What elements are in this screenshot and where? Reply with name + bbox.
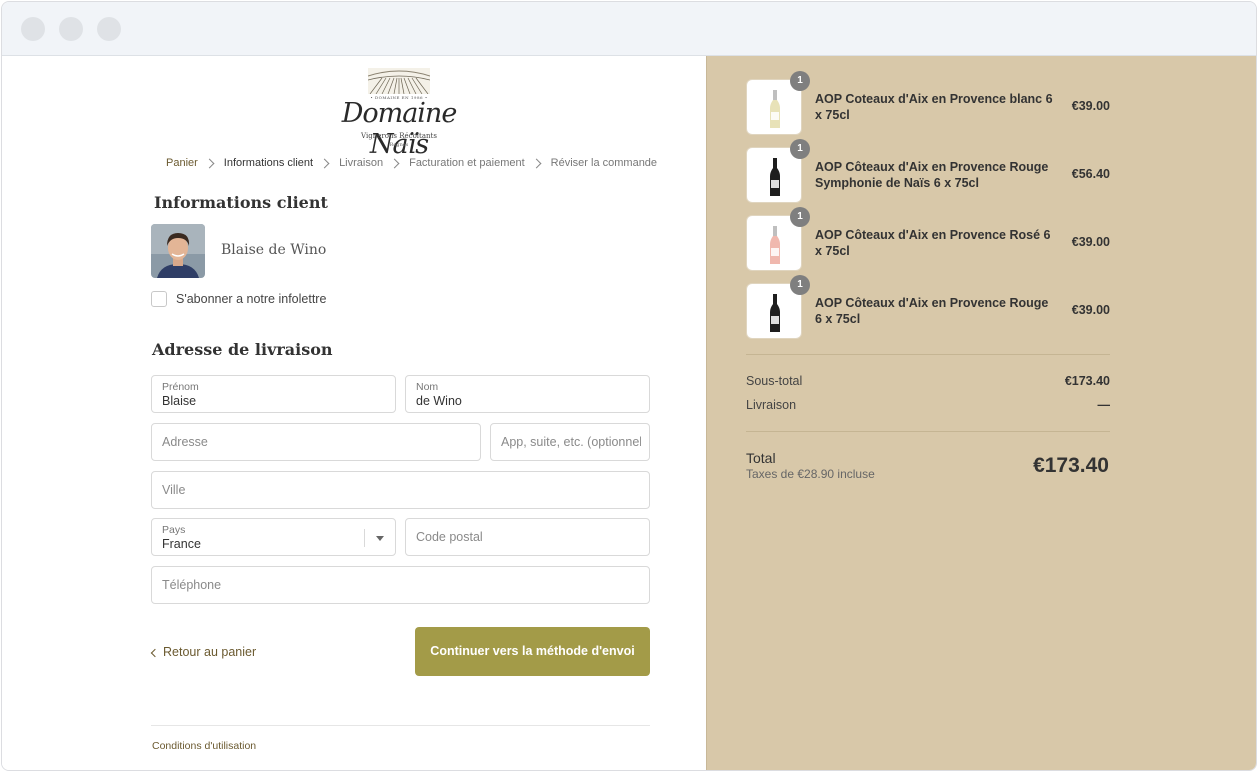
- quantity-badge: 1: [790, 275, 810, 295]
- address-input[interactable]: Adresse: [151, 423, 481, 461]
- country-select[interactable]: Pays France: [151, 518, 396, 556]
- postal-code-placeholder: Code postal: [416, 530, 483, 544]
- breadcrumb: Panier Informations client Livraison Fac…: [166, 156, 657, 170]
- total-value: €173.40: [1033, 454, 1109, 477]
- breadcrumb-livraison: Livraison: [339, 157, 384, 169]
- wine-bottle-icon: [770, 294, 780, 332]
- product-price: €39.00: [1071, 99, 1110, 113]
- window-titlebar: [2, 2, 1256, 56]
- brand-logo[interactable]: • DOMAINE EN 1986 • Domaine Naïs Vignero…: [332, 66, 466, 160]
- cart-item: 1 AOP Coteaux d'Aix en Provence blanc 6 …: [746, 71, 1110, 135]
- customer-info-heading: Informations client: [154, 193, 328, 212]
- avatar: [151, 224, 205, 278]
- select-separator: [364, 529, 365, 547]
- terms-link[interactable]: Conditions d'utilisation: [152, 740, 256, 752]
- country-value: France: [162, 537, 201, 551]
- vineyard-illustration-icon: [368, 68, 430, 94]
- summary-divider: [746, 431, 1110, 432]
- subtotal-label: Sous-total: [746, 374, 803, 388]
- product-price: €39.00: [1071, 235, 1110, 249]
- apartment-placeholder: App, suite, etc. (optionnel): [501, 435, 641, 449]
- first-name-value: Blaise: [162, 394, 197, 408]
- window-minimize-dot[interactable]: [59, 17, 83, 41]
- shipping-value: —: [1097, 398, 1111, 412]
- browser-window: • DOMAINE EN 1986 • Domaine Naïs Vignero…: [1, 1, 1257, 771]
- continue-to-shipping-button[interactable]: Continuer vers la méthode d'envoi: [415, 627, 650, 676]
- checkout-main: • DOMAINE EN 1986 • Domaine Naïs Vignero…: [2, 56, 706, 770]
- quantity-badge: 1: [790, 207, 810, 227]
- last-name-label: Nom: [416, 381, 439, 393]
- order-summary: 1 AOP Coteaux d'Aix en Provence blanc 6 …: [706, 56, 1256, 770]
- footer-divider: [151, 725, 650, 726]
- product-name: AOP Côteaux d'Aix en Provence Rouge Symp…: [815, 160, 1049, 190]
- country-label: Pays: [162, 524, 186, 536]
- quantity-badge: 1: [790, 71, 810, 91]
- product-price: €56.40: [1071, 167, 1110, 181]
- product-price: €39.00: [1071, 303, 1110, 317]
- caret-down-icon[interactable]: [376, 536, 384, 541]
- product-name: AOP Coteaux d'Aix en Provence blanc 6 x …: [815, 92, 1053, 122]
- apartment-input[interactable]: App, suite, etc. (optionnel): [490, 423, 650, 461]
- summary-divider: [746, 354, 1110, 355]
- last-name-field[interactable]: Nom de Wino: [405, 375, 650, 413]
- product-name: AOP Côteaux d'Aix en Provence Rosé 6 x 7…: [815, 228, 1051, 258]
- breadcrumb-facturation: Facturation et paiement: [409, 157, 525, 169]
- city-input[interactable]: Ville: [151, 471, 650, 509]
- city-placeholder: Ville: [162, 483, 186, 497]
- product-name: AOP Côteaux d'Aix en Provence Rouge 6 x …: [815, 296, 1049, 326]
- chevron-left-icon: [150, 648, 160, 657]
- brand-name: Domaine Naïs: [341, 98, 458, 160]
- chevron-right-icon: [389, 158, 400, 168]
- cart-item: 1 AOP Côteaux d'Aix en Provence Rouge 6 …: [746, 275, 1110, 339]
- window-maximize-dot[interactable]: [97, 17, 121, 41]
- breadcrumb-reviser: Réviser la commande: [550, 157, 658, 169]
- breadcrumb-panier[interactable]: Panier: [166, 157, 198, 169]
- last-name-value: de Wino: [416, 394, 462, 408]
- breadcrumb-informations-client: Informations client: [223, 157, 314, 169]
- cart-item: 1 AOP Côteaux d'Aix en Provence Rosé 6 x…: [746, 207, 1110, 271]
- brand-location: Rognes: [389, 142, 409, 148]
- chevron-right-icon: [531, 158, 542, 168]
- postal-code-input[interactable]: Code postal: [405, 518, 650, 556]
- tax-note: Taxes de €28.90 incluse: [746, 467, 875, 481]
- quantity-badge: 1: [790, 139, 810, 159]
- address-placeholder: Adresse: [162, 435, 208, 449]
- user-photo-icon: [151, 224, 205, 278]
- phone-input[interactable]: Téléphone: [151, 566, 650, 604]
- total-label: Total: [746, 450, 776, 466]
- subtotal-row: Sous-total €173.40: [746, 374, 1110, 388]
- phone-placeholder: Téléphone: [162, 578, 222, 592]
- chevron-right-icon: [204, 158, 215, 168]
- shipping-row: Livraison —: [746, 398, 1110, 412]
- customer-name: Blaise de Wino: [221, 242, 327, 258]
- back-to-cart-link[interactable]: Retour au panier: [150, 645, 257, 659]
- cart-item: 1 AOP Côteaux d'Aix en Provence Rouge Sy…: [746, 139, 1110, 203]
- first-name-label: Prénom: [162, 381, 199, 393]
- wine-bottle-icon: [770, 158, 780, 196]
- back-to-cart-label: Retour au panier: [163, 645, 257, 659]
- window-close-dot[interactable]: [21, 17, 45, 41]
- shipping-label: Livraison: [746, 398, 797, 412]
- wine-bottle-icon: [770, 90, 780, 128]
- shipping-address-heading: Adresse de livraison: [152, 340, 333, 359]
- first-name-field[interactable]: Prénom Blaise: [151, 375, 396, 413]
- brand-subtitle: Vignerons Récoltants: [361, 132, 437, 140]
- chevron-right-icon: [319, 158, 330, 168]
- wine-bottle-icon: [770, 226, 780, 264]
- newsletter-checkbox[interactable]: [151, 291, 167, 307]
- subtotal-value: €173.40: [1064, 374, 1110, 388]
- newsletter-label[interactable]: S'abonner a notre infolettre: [176, 292, 326, 306]
